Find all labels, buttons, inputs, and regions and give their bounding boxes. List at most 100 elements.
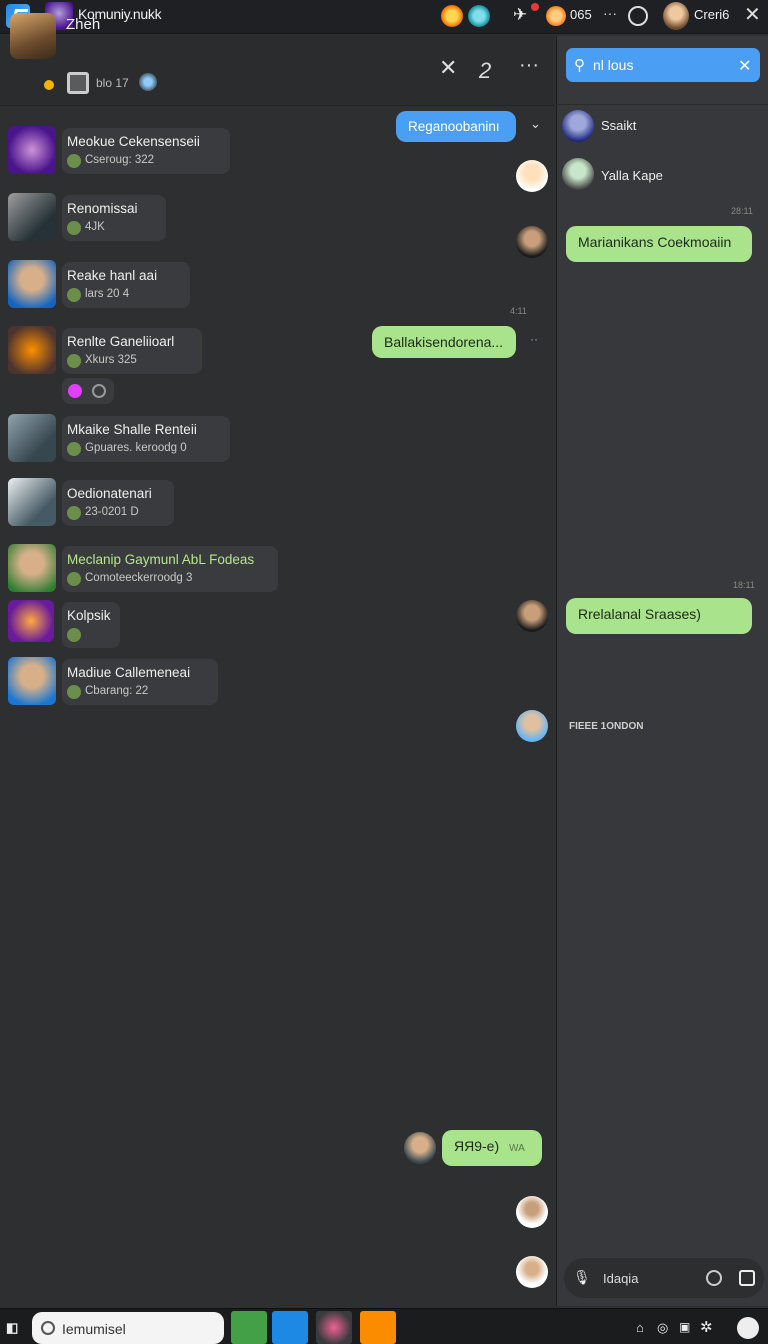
message-more-icon[interactable]: ··	[530, 332, 538, 346]
chat-header	[0, 36, 554, 106]
start-icon[interactable]: ◧	[6, 1320, 18, 1336]
network-icon[interactable]: ◎	[657, 1320, 668, 1336]
status-badge	[42, 78, 56, 92]
list-item[interactable]: Renomissai 4JK	[8, 193, 308, 249]
user-name[interactable]: Yalla Kape	[601, 168, 663, 183]
notes-app-icon[interactable]	[231, 1311, 267, 1344]
contact-card: Meokue Cekensenseii Cseroug: 322	[62, 128, 230, 174]
list-item[interactable]: Madiue Callemeneai Cbarang: 22	[8, 657, 308, 713]
media-icon[interactable]	[67, 72, 89, 94]
message-tail: WA	[509, 1143, 525, 1154]
contact-card: Reake hanl aai lars 20 4	[62, 262, 190, 308]
contact-card: Madiue Callemeneai Cbarang: 22	[62, 659, 218, 705]
game-app-icon[interactable]	[316, 1311, 352, 1344]
attach-icon[interactable]	[739, 1270, 755, 1286]
compose-input[interactable]	[564, 1258, 764, 1298]
contact-name: Meclanip Gaymunl AbL Fodeas	[67, 552, 255, 567]
search-input-value[interactable]: nl lous	[593, 57, 633, 73]
list-item[interactable]: Renlte Ganeliioarl Xkurs 325	[8, 326, 308, 382]
list-item[interactable]: Meclanip Gaymunl AbL Fodeas Comoteeckerr…	[8, 544, 308, 600]
sender-avatar[interactable]	[516, 600, 548, 632]
contact-avatar	[8, 600, 54, 642]
add-reaction-icon[interactable]	[92, 384, 106, 398]
contact-status: Gpuares. keroodg 0	[67, 442, 222, 456]
list-item[interactable]: Reake hanl aai lars 20 4	[8, 260, 308, 316]
contact-card: Meclanip Gaymunl AbL Fodeas Comoteeckerr…	[62, 546, 278, 592]
chat-title: Zheh	[66, 16, 101, 33]
message-text: ЯЯ9-е)	[454, 1138, 500, 1154]
message-time: 4:11	[510, 306, 527, 316]
reaction-pill[interactable]	[62, 378, 114, 404]
contact-avatar	[8, 657, 56, 705]
user-name[interactable]: Ssaikt	[601, 118, 636, 133]
contact-name: Reake hanl aai	[67, 268, 158, 283]
home-icon[interactable]: ⌂	[636, 1320, 644, 1335]
section-label: FIEEE 1ONDON	[569, 721, 644, 732]
coin-icon	[546, 6, 566, 26]
sender-avatar[interactable]	[516, 1196, 548, 1228]
close-chat-icon[interactable]: ✕	[439, 57, 457, 79]
globe-icon	[139, 73, 157, 91]
compose-placeholder: Idaqia	[603, 1271, 639, 1286]
more-menu-icon[interactable]: ···	[603, 5, 617, 21]
message-bubble[interactable]: Ballakisendorena...	[372, 326, 516, 358]
divider	[556, 104, 768, 105]
contact-status: 23-0201 D	[67, 506, 166, 520]
message-bubble[interactable]: Rrelalanal Sraases)	[566, 598, 752, 634]
contact-status: 4JK	[67, 221, 158, 235]
contact-avatar	[8, 260, 56, 308]
contact-avatar	[8, 544, 56, 592]
chevron-down-icon[interactable]: ⌄	[530, 116, 541, 132]
contact-avatar	[8, 326, 56, 374]
sender-avatar[interactable]	[516, 226, 548, 258]
search-icon	[41, 1321, 55, 1335]
list-item[interactable]: Meokue Cekensenseii Cseroug: 322	[8, 126, 308, 182]
display-icon[interactable]: ▣	[679, 1320, 690, 1334]
list-item[interactable]: Oedionatenari 23-0201 D	[8, 478, 308, 534]
reaction-icon[interactable]	[441, 5, 463, 27]
globe-icon[interactable]	[468, 5, 490, 27]
contact-avatar	[8, 193, 56, 241]
message-bubble[interactable]: ЯЯ9-е) WA	[442, 1130, 542, 1166]
contact-name: Kolpsik	[67, 608, 111, 623]
contact-status: Xkurs 325	[67, 354, 194, 368]
user-avatar[interactable]	[663, 2, 689, 30]
sender-avatar[interactable]	[404, 1132, 436, 1164]
contact-status: Cbarang: 22	[67, 685, 210, 699]
contact-card: Renlte Ganeliioarl Xkurs 325	[62, 328, 202, 374]
sender-avatar[interactable]	[516, 160, 548, 192]
sender-avatar[interactable]	[516, 1256, 548, 1288]
message-time: 18:11	[733, 580, 755, 590]
contact-card: Kolpsik	[62, 602, 120, 648]
contact-name: Renlte Ganeliioarl	[67, 334, 175, 349]
contact-name: Mkaike Shalle Renteii	[67, 422, 197, 437]
list-item[interactable]: Kolpsik	[8, 600, 308, 656]
user-avatar[interactable]	[562, 158, 594, 190]
taskbar-search-value[interactable]: Iemumisel	[62, 1321, 126, 1337]
message-bubble[interactable]: Marianikans Coekmoaiin	[566, 226, 752, 262]
taskbar-search-input[interactable]	[32, 1312, 224, 1344]
settings-icon[interactable]: ✲	[700, 1318, 713, 1336]
list-item[interactable]: Mkaike Shalle Renteii Gpuares. keroodg 0	[8, 414, 308, 470]
folder-app-icon[interactable]	[360, 1311, 396, 1344]
coin-count: 065	[570, 7, 592, 22]
clear-search-icon[interactable]: ✕	[738, 56, 751, 76]
edit-icon[interactable]: 2	[479, 58, 491, 84]
contact-name: Meokue Cekensenseii	[67, 134, 200, 149]
sender-avatar[interactable]	[516, 710, 548, 742]
close-window-icon[interactable]: ✕	[744, 5, 761, 25]
emoji-icon[interactable]	[706, 1270, 722, 1286]
message-bubble[interactable]: Reganoobaninı	[396, 111, 516, 142]
chat-avatar[interactable]	[10, 13, 56, 59]
contact-card: Oedionatenari 23-0201 D	[62, 480, 174, 526]
notification-center-icon[interactable]	[737, 1317, 759, 1339]
microphone-icon[interactable]: 🎙	[573, 1269, 591, 1286]
contact-name: Renomissai	[67, 201, 138, 216]
chat-more-icon[interactable]: ···	[519, 54, 539, 77]
contact-card: Renomissai 4JK	[62, 195, 166, 241]
user-avatar[interactable]	[562, 110, 594, 142]
notification-dot	[531, 3, 539, 11]
chat-app-icon[interactable]	[272, 1311, 308, 1344]
settings-icon[interactable]	[628, 6, 648, 26]
user-name[interactable]: Creri6	[694, 7, 729, 22]
